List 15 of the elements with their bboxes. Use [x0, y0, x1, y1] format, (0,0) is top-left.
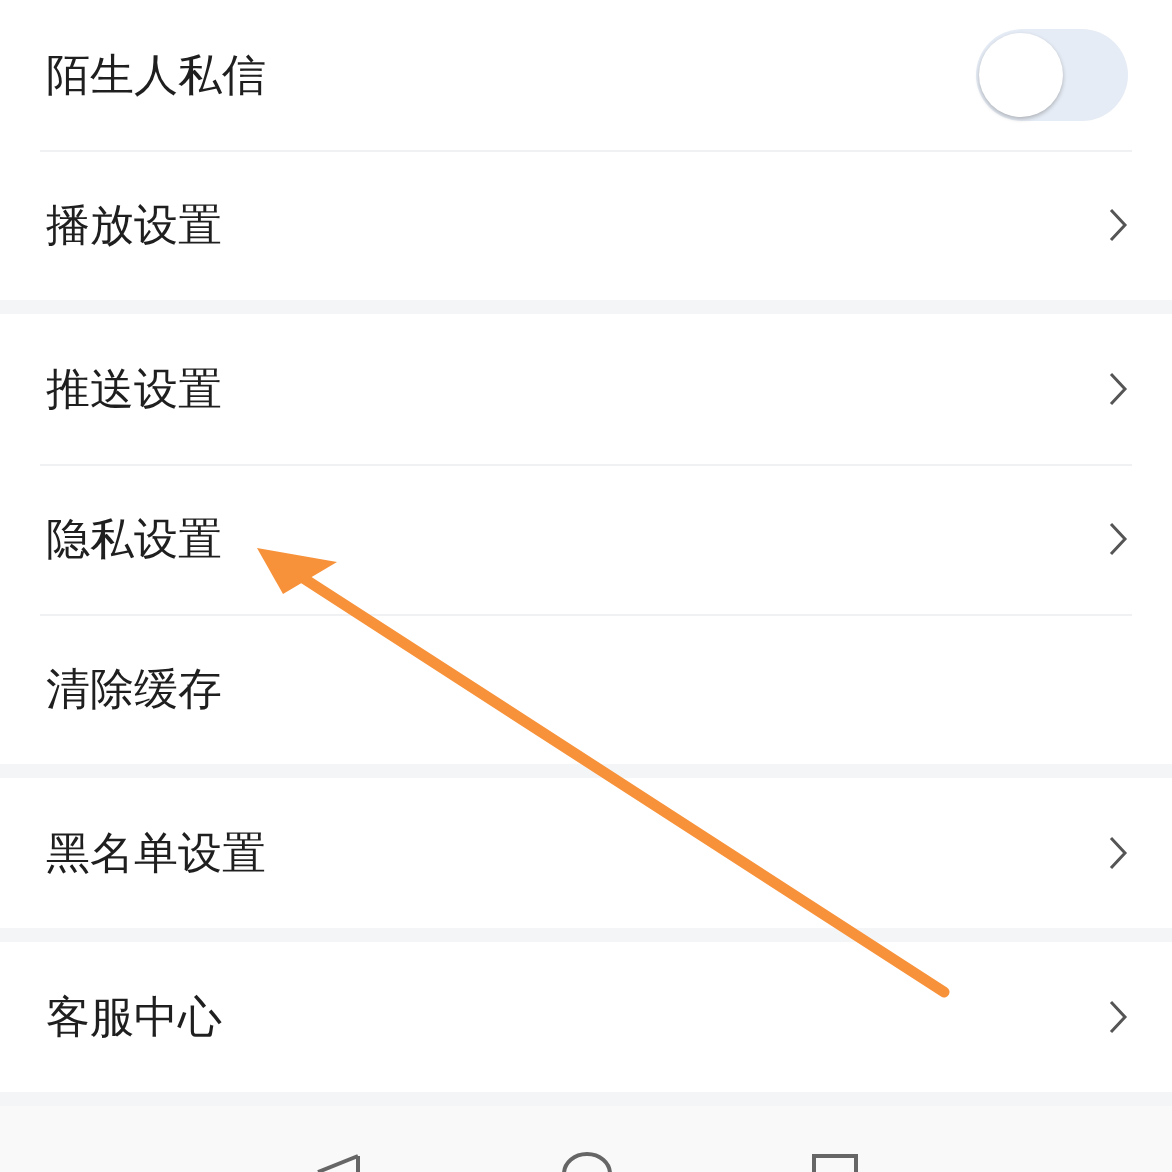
- setting-label: 客服中心: [46, 989, 222, 1044]
- chevron-right-icon: [1108, 207, 1128, 243]
- setting-label: 隐私设置: [46, 511, 222, 566]
- home-icon[interactable]: [562, 1152, 612, 1172]
- chevron-right-icon: [1108, 521, 1128, 557]
- back-icon[interactable]: [314, 1154, 362, 1172]
- setting-label: 陌生人私信: [46, 47, 266, 102]
- recent-apps-icon[interactable]: [812, 1154, 858, 1172]
- chevron-right-icon: [1108, 835, 1128, 871]
- chevron-right-icon: [1108, 999, 1128, 1035]
- setting-label: 推送设置: [46, 361, 222, 416]
- setting-label: 播放设置: [46, 197, 222, 252]
- chevron-right-icon: [1108, 371, 1128, 407]
- setting-label: 清除缓存: [46, 661, 222, 716]
- setting-label: 黑名单设置: [46, 825, 266, 880]
